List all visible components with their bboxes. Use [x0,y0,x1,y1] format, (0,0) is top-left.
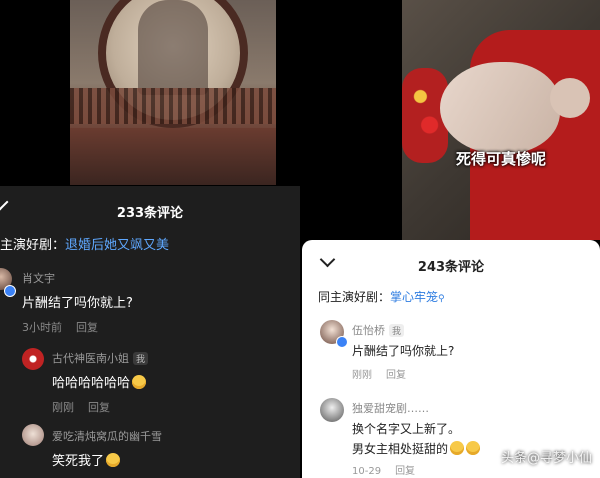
author-badge: 我 [133,352,149,365]
figure-silhouette [138,0,208,95]
laugh-emoji-icon [132,375,147,389]
same-cast-label: 主演好剧： [0,238,66,253]
comment-text: 片酬结了吗你就上? [22,296,133,311]
same-cast-row[interactable]: 主演好剧：退婚后她又飒又美 [0,234,169,253]
verified-icon [4,285,16,297]
comment-count-title: 243条评论 [417,260,485,275]
comment-time: 10-29 [352,466,382,477]
comment-username[interactable]: 爱吃清炖窝瓜的幽千雪 [52,428,162,444]
search-icon[interactable]: ⚲ [438,294,445,304]
reply-button[interactable]: 回复 [395,466,415,477]
hand-decor [550,78,590,118]
comment-meta: 3小时前 回复 [22,319,98,335]
floor-decor [70,128,276,185]
comment-count-title: 233条评论 [116,206,184,221]
video-subtitle: 死得可真惨呢 [455,150,546,168]
same-cast-link[interactable]: 掌心牢笼 [390,290,438,304]
comment-meta: 刚刚 回复 [52,399,110,415]
comment-panel-light: 243条评论 同主演好剧：掌心牢笼⚲ 伍怡桥我 片酬结了吗你就上? 刚刚 回复 独… [302,240,600,478]
comment-meta: 10-29 回复 [352,462,415,477]
comment-username[interactable]: 古代神医南小姐我 [52,350,149,366]
author-badge: 我 [389,324,405,337]
comment-time: 刚刚 [352,370,372,381]
grin-emoji-icon [466,441,481,455]
comment-time: 刚刚 [52,401,74,414]
avatar[interactable] [22,424,44,446]
avatar[interactable] [320,398,344,422]
comment-text: 笑死我了 [52,450,121,469]
comment-text-line2: 男女主相处挺甜的 [352,440,481,457]
comment-text: 哈哈哈哈哈哈 [52,372,147,391]
verified-icon [336,336,348,348]
comment-username[interactable]: 独爱甜宠剧…… [352,400,429,416]
reply-button[interactable]: 回复 [386,370,406,381]
avatar[interactable] [22,348,44,370]
comment-meta: 刚刚 回复 [352,366,406,381]
comment-username[interactable]: 伍怡桥我 [352,322,405,338]
comment-text: 片酬结了吗你就上? [352,344,455,358]
same-cast-link[interactable]: 退婚后她又飒又美 [65,238,169,253]
comment-username[interactable]: 肖文宇 [22,270,55,286]
comment-text: 换个名字又上新了。 [352,422,461,436]
railing-decor [70,88,276,124]
watermark: 头条@寻梦小仙 [500,451,592,466]
same-cast-label: 同主演好剧： [318,290,391,304]
same-cast-row[interactable]: 同主演好剧：掌心牢笼⚲ [318,288,445,305]
reply-button[interactable]: 回复 [76,321,98,334]
kiss-emoji-icon [450,441,465,455]
comment-panel-dark: 233条评论 主演好剧：退婚后她又飒又美 肖文宇 片酬结了吗你就上? 3小时前回… [0,186,300,478]
face-decor [440,62,560,154]
video-still-right[interactable]: 死得可真惨呢 [402,0,600,240]
comment-time: 3小时前 [22,321,62,334]
video-still-left[interactable] [70,0,276,185]
reply-button[interactable]: 回复 [88,401,110,414]
grin-emoji-icon [106,453,121,467]
